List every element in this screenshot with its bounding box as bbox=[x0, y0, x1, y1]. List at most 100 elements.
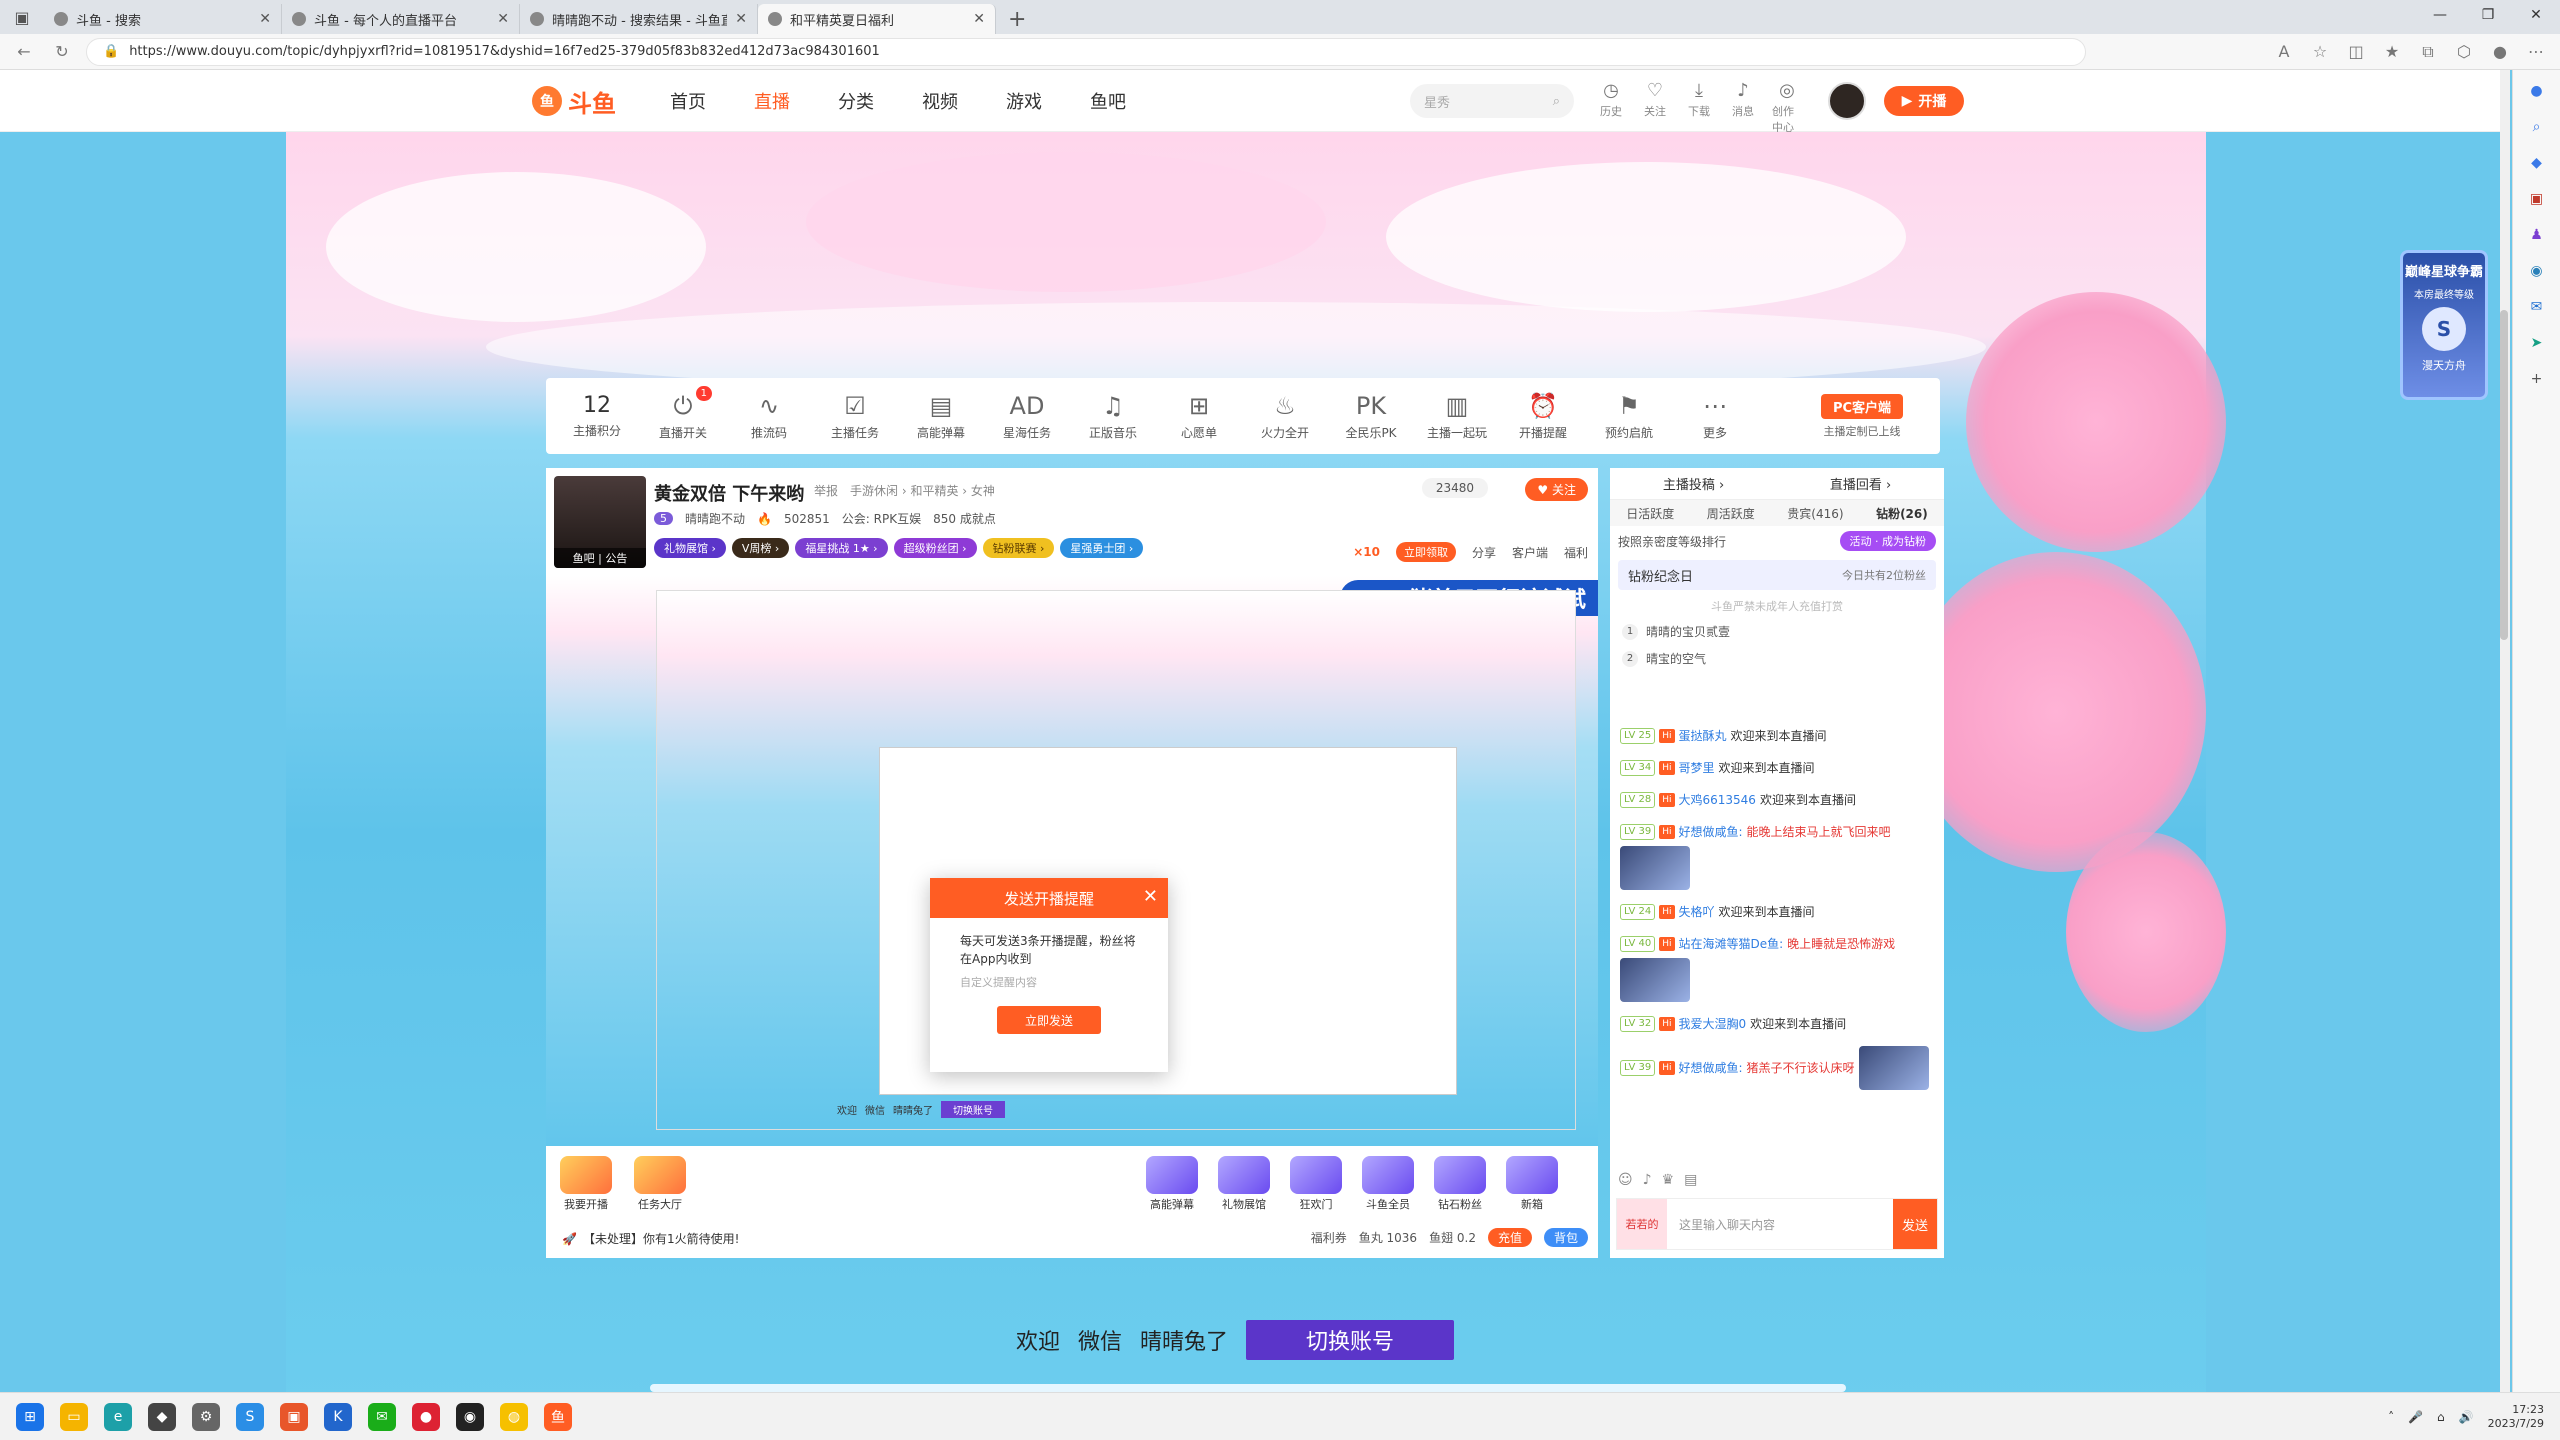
douyu-logo[interactable]: 鱼 斗鱼 bbox=[532, 84, 616, 118]
search-icon[interactable]: ⌕ bbox=[1553, 94, 1560, 109]
nav-item-2[interactable]: 分类 bbox=[838, 88, 874, 114]
edge-icon[interactable]: e bbox=[104, 1402, 132, 1431]
chat-input[interactable]: 若若的 这里输入聊天内容 发送 bbox=[1616, 1198, 1938, 1250]
planet-contest-widget[interactable]: 巅峰星球争霸 本房最终等级 S 漫天方舟 bbox=[2400, 250, 2488, 400]
toolbar-item-7[interactable]: ♨ 火力全开 bbox=[1242, 392, 1328, 441]
fan-anniversary-banner[interactable]: 钻粉纪念日 今日共有2位粉丝 bbox=[1618, 560, 1936, 590]
bottom-left-item-1[interactable]: 任务大厅 bbox=[630, 1156, 690, 1212]
chat-username[interactable]: 我爱大湿胸0 bbox=[1679, 1014, 1747, 1034]
room-pill-1[interactable]: V周榜 › bbox=[731, 538, 790, 558]
share-button[interactable]: 分享 bbox=[1472, 544, 1496, 561]
bottom-right-item-2[interactable]: 狂欢门 bbox=[1286, 1156, 1346, 1212]
anchor-submission-link[interactable]: 主播投稿 › bbox=[1663, 474, 1724, 493]
welfare-coupon[interactable]: 福利券 bbox=[1311, 1229, 1347, 1246]
send-button[interactable]: 发送 bbox=[1893, 1199, 1937, 1249]
follow-button[interactable]: ♥ 关注 bbox=[1525, 478, 1588, 501]
rank-tab-3[interactable]: 钻粉(26) bbox=[1876, 505, 1928, 522]
chat-message-list[interactable]: LV 25 Hi 蛋挞酥丸 欢迎来到本直播间 LV 34 Hi 哥梦里 欢迎来到本直播间 LV … bbox=[1610, 720, 1944, 1160]
switch-account-button[interactable]: 切换账号 bbox=[1246, 1320, 1455, 1360]
chat-username[interactable]: 大鸡6613546 bbox=[1679, 790, 1756, 810]
user-avatar[interactable] bbox=[1828, 82, 1866, 120]
send-now-button[interactable]: 立即发送 bbox=[997, 1006, 1101, 1034]
reminder-content-input[interactable]: 自定义提醒内容 bbox=[930, 972, 1168, 992]
room-pill-5[interactable]: 星强勇士团 › bbox=[1060, 538, 1144, 558]
rocket-notice[interactable]: 🚀 【未处理】你有1火箭待使用! bbox=[562, 1230, 739, 1247]
browser-tab-0[interactable]: 斗鱼 - 搜索 ✕ bbox=[44, 4, 282, 34]
user-download-button[interactable]: ⤓ 下载 bbox=[1684, 80, 1714, 135]
welfare-button[interactable]: 福利 bbox=[1564, 544, 1588, 561]
favorites-icon[interactable]: ★ bbox=[2378, 38, 2406, 66]
dialog-close-icon[interactable]: ✕ bbox=[1143, 886, 1158, 907]
toolbar-item-8[interactable]: PK 全民乐PK bbox=[1328, 392, 1414, 441]
report-link[interactable]: 举报 bbox=[814, 482, 838, 499]
tab-close-icon[interactable]: ✕ bbox=[259, 11, 271, 27]
anchor-name[interactable]: 晴晴跑不动 bbox=[685, 510, 745, 527]
app-icon-3[interactable]: ▣ bbox=[280, 1402, 308, 1431]
nav-item-1[interactable]: 直播 bbox=[754, 88, 790, 114]
games-icon[interactable]: ♟ bbox=[2526, 224, 2548, 246]
toolbar-item-6[interactable]: ⊞ 心愿单 bbox=[1156, 392, 1242, 441]
toolbox-icon[interactable]: ▣ bbox=[2526, 188, 2548, 210]
video-stream[interactable]: 猪羔子不行该试试 欢迎 微信 晴晴兔了 切换账号 发送开播提醒✕ 每天可发送3条… bbox=[546, 576, 1598, 1146]
room-pill-2[interactable]: 福星挑战 1★ › bbox=[795, 538, 888, 558]
app-icon-7[interactable]: ◍ bbox=[500, 1402, 528, 1431]
toolbar-item-10[interactable]: ⏰ 开播提醒 bbox=[1500, 392, 1586, 441]
mic-icon[interactable]: 🎤 bbox=[2408, 1410, 2423, 1424]
chat-username[interactable]: 好想做咸鱼: bbox=[1679, 1058, 1743, 1078]
nav-item-3[interactable]: 视频 bbox=[922, 88, 958, 114]
maximize-icon[interactable]: ❐ bbox=[2464, 0, 2512, 30]
outlook-icon[interactable]: ✉ bbox=[2526, 296, 2548, 318]
fan-rank-row[interactable]: 2 晴宝的空气 bbox=[1610, 645, 1944, 672]
search-sidebar-icon[interactable]: ⌕ bbox=[2526, 116, 2548, 138]
app-icon-5[interactable]: ● bbox=[412, 1402, 440, 1431]
app-icon-6[interactable]: ◉ bbox=[456, 1402, 484, 1431]
start-icon[interactable]: ⊞ bbox=[16, 1402, 44, 1431]
toolbar-item-9[interactable]: ▥ 主播一起玩 bbox=[1414, 392, 1500, 441]
tray-chevron-icon[interactable]: ˄ bbox=[2388, 1410, 2394, 1424]
toolbar-item-11[interactable]: ⚑ 预约启航 bbox=[1586, 392, 1672, 441]
crown-icon[interactable]: ♛ bbox=[1662, 1172, 1675, 1188]
minimize-icon[interactable]: — bbox=[2416, 0, 2464, 30]
bottom-left-item-0[interactable]: 我要开播 bbox=[556, 1156, 616, 1212]
user-clock-button[interactable]: ◷ 历史 bbox=[1596, 80, 1626, 135]
add-icon[interactable]: + bbox=[2526, 368, 2548, 390]
new-tab-button[interactable]: + bbox=[996, 4, 1038, 34]
back-icon[interactable]: ← bbox=[10, 38, 38, 66]
user-bulb-button[interactable]: ◎ 创作中心 bbox=[1772, 80, 1802, 135]
room-pill-4[interactable]: 钻粉联赛 › bbox=[982, 538, 1055, 558]
rank-tab-1[interactable]: 周活跃度 bbox=[1707, 505, 1755, 522]
search-input[interactable]: 星秀 ⌕ bbox=[1410, 84, 1574, 118]
m365-icon[interactable]: ◉ bbox=[2526, 260, 2548, 282]
copilot-icon[interactable]: ● bbox=[2526, 80, 2548, 102]
url-field[interactable]: 🔒 https://www.douyu.com/topic/dyhpjyxrfl… bbox=[86, 37, 2086, 66]
bottom-right-item-3[interactable]: 斗鱼全员 bbox=[1358, 1156, 1418, 1212]
more-icon[interactable]: ⋯ bbox=[2522, 38, 2550, 66]
app-icon-1[interactable]: ◆ bbox=[148, 1402, 176, 1431]
clock[interactable]: 17:23 2023/7/29 bbox=[2488, 1403, 2544, 1431]
toolbar-item-5[interactable]: ♫ 正版音乐 bbox=[1070, 392, 1156, 441]
settings-icon[interactable]: ⚙ bbox=[192, 1402, 220, 1431]
wechat-icon[interactable]: ✉ bbox=[368, 1402, 396, 1431]
toolbar-item-1[interactable]: ∿ 推流码 bbox=[726, 392, 812, 441]
split-screen-icon[interactable]: ◫ bbox=[2342, 38, 2370, 66]
tag-icon[interactable]: ◆ bbox=[2526, 152, 2548, 174]
volume-icon[interactable]: 🔊 bbox=[2459, 1410, 2474, 1424]
rank-tab-2[interactable]: 贵宾(416) bbox=[1787, 505, 1843, 522]
app-icon-2[interactable]: S bbox=[236, 1402, 264, 1431]
tab-actions-icon[interactable]: ▣ bbox=[0, 0, 44, 34]
browser-tab-1[interactable]: 斗鱼 - 每个人的直播平台 ✕ bbox=[282, 4, 520, 34]
browser-tab-3[interactable]: 和平精英夏日福利 ✕ bbox=[758, 4, 996, 34]
favorite-star-icon[interactable]: ☆ bbox=[2306, 38, 2334, 66]
toolbar-item-0[interactable]: ⏻ 直播开关 1 bbox=[640, 385, 726, 441]
bag-button[interactable]: 背包 bbox=[1543, 1228, 1588, 1247]
toolbar-item-3[interactable]: ▤ 高能弹幕 bbox=[898, 392, 984, 441]
user-heart-button[interactable]: ♡ 关注 bbox=[1640, 80, 1670, 135]
bottom-right-item-5[interactable]: 新箱 bbox=[1502, 1156, 1562, 1212]
file-explorer-icon[interactable]: ▭ bbox=[60, 1402, 88, 1431]
app-icon-4[interactable]: K bbox=[324, 1402, 352, 1431]
douyu-taskbar-icon[interactable]: 鱼 bbox=[544, 1402, 572, 1431]
nav-item-4[interactable]: 游戏 bbox=[1006, 88, 1042, 114]
read-aloud-icon[interactable]: A bbox=[2270, 38, 2298, 66]
anchor-avatar[interactable]: 鱼吧 | 公告 bbox=[554, 476, 646, 568]
room-pill-3[interactable]: 超级粉丝团 › bbox=[893, 538, 977, 558]
